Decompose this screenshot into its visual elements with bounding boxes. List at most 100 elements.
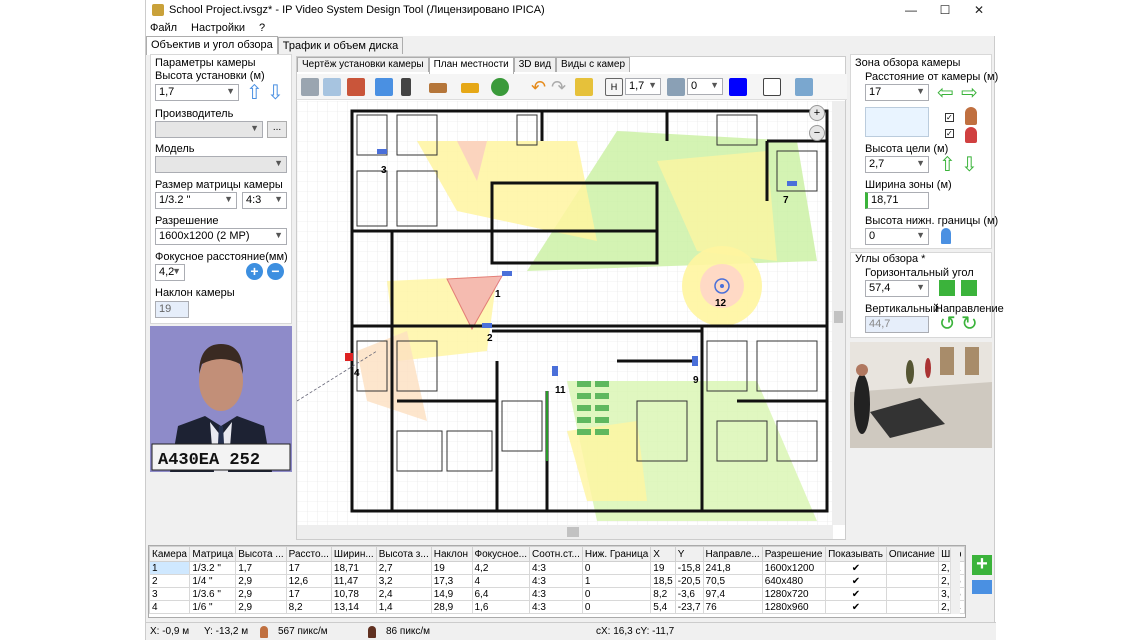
table-cell[interactable]: 17,3 — [430, 574, 473, 588]
aspect-select[interactable]: 4:3 ▼ — [242, 192, 287, 209]
table-cell[interactable] — [885, 561, 940, 575]
column-header[interactable]: Камера — [149, 546, 191, 562]
column-header[interactable]: Матрица — [189, 546, 237, 562]
tab-traffic[interactable]: Трафик и объем диска — [277, 37, 404, 54]
tab-site-plan[interactable]: План местности — [428, 57, 514, 74]
column-header[interactable]: Показывать — [825, 546, 887, 562]
arrow-left-icon[interactable]: ⇦ — [937, 83, 954, 103]
table-cell[interactable]: 2,7 — [375, 561, 432, 575]
tree-tool-icon[interactable] — [491, 78, 509, 96]
table-cell[interactable]: 4 — [149, 600, 191, 614]
table-cell[interactable]: 4,2 — [471, 561, 531, 575]
menu-help[interactable]: ? — [259, 22, 265, 34]
table-cell[interactable]: -15,8 — [674, 561, 704, 575]
column-header[interactable]: Фокусное... — [471, 546, 531, 562]
map-horizontal-scrollbar[interactable] — [297, 525, 833, 539]
table-cell[interactable]: 1/3.6 " — [189, 587, 237, 601]
camera-marker[interactable] — [345, 353, 353, 361]
zoom-out-icon[interactable]: − — [809, 125, 825, 141]
browse-button[interactable]: ... — [267, 121, 287, 138]
arrow-up-icon[interactable]: ⇧ — [246, 83, 263, 103]
table-cell[interactable]: 12,6 — [285, 574, 332, 588]
image-tool-icon[interactable] — [323, 78, 341, 96]
line-width-select[interactable]: 1,7 ▼ — [625, 78, 661, 95]
table-cell[interactable]: 97,4 — [702, 587, 763, 601]
table-cell[interactable]: 1 — [581, 574, 652, 588]
line-offset-select[interactable]: 0 ▼ — [687, 78, 723, 95]
table-cell[interactable]: 2,9 — [235, 600, 287, 614]
table-cell[interactable]: 11,47 — [330, 574, 377, 588]
tab-camera-views[interactable]: Виды с камер — [556, 57, 631, 72]
car-view-icon[interactable] — [795, 78, 813, 96]
table-cell[interactable]: -20,5 — [674, 574, 704, 588]
person-tool-icon[interactable] — [401, 78, 411, 96]
table-cell[interactable]: -3,6 — [674, 587, 704, 601]
table-vertical-scrollbar[interactable] — [950, 548, 960, 614]
rotate-right-icon[interactable]: ↻ — [961, 314, 978, 334]
column-header[interactable]: Соотн.ст... — [529, 546, 583, 562]
column-header[interactable]: Разрешение — [761, 546, 827, 562]
offset-icon[interactable] — [667, 78, 685, 96]
table-cell[interactable]: 28,9 — [430, 600, 473, 614]
table-cell[interactable]: ✔ — [825, 561, 887, 575]
table-cell[interactable]: 17 — [285, 587, 332, 601]
column-header[interactable]: Ниж. Граница — [581, 546, 652, 562]
camera-marker[interactable] — [552, 366, 558, 376]
zoom-in-icon[interactable]: + — [809, 105, 825, 121]
table-cell[interactable]: 18,71 — [330, 561, 377, 575]
table-cell[interactable] — [885, 574, 940, 588]
collapse-icon[interactable] — [961, 280, 977, 296]
table-cell[interactable]: 1,4 — [375, 600, 432, 614]
arrow-down-icon[interactable]: ⇩ — [267, 83, 284, 103]
column-header[interactable]: Высота з... — [375, 546, 432, 562]
table-cell[interactable]: 5,4 — [650, 600, 676, 614]
column-header[interactable]: Высота ... — [235, 546, 287, 562]
zoom-minus-icon[interactable]: − — [267, 263, 284, 280]
scrollbar-thumb[interactable] — [834, 311, 843, 323]
wall-tool-icon[interactable] — [347, 78, 365, 96]
table-cell[interactable]: ✔ — [825, 574, 887, 588]
camera-marker[interactable] — [377, 149, 387, 154]
site-plan-canvas[interactable]: 1 2 3 4 7 9 11 12 + − — [297, 101, 833, 525]
table-cell[interactable]: 1600x1200 — [761, 561, 827, 575]
lower-bound-select[interactable]: 0 ▼ — [865, 228, 929, 245]
redo-icon[interactable]: ↷ — [551, 78, 569, 96]
table-cell[interactable]: ✔ — [825, 587, 887, 601]
table-cell[interactable]: 640x480 — [761, 574, 827, 588]
show-lower-checkbox[interactable]: ✓ — [945, 129, 954, 138]
table-cell[interactable]: 1,6 — [471, 600, 531, 614]
table-cell[interactable]: -23,7 — [674, 600, 704, 614]
table-cell[interactable]: 0 — [581, 600, 652, 614]
table-cell[interactable]: 8,2 — [650, 587, 676, 601]
table-cell[interactable]: 2 — [149, 574, 191, 588]
rotate-left-icon[interactable]: ↺ — [939, 314, 956, 334]
table-cell[interactable]: 3,2 — [375, 574, 432, 588]
table-cell[interactable]: 19 — [650, 561, 676, 575]
menu-settings[interactable]: Настройки — [191, 22, 245, 34]
table-cell[interactable]: 4:3 — [529, 561, 583, 575]
table-cell[interactable]: 14,9 — [430, 587, 473, 601]
car-tool-icon[interactable] — [461, 83, 479, 93]
column-header[interactable]: X — [650, 546, 676, 562]
table-cell[interactable]: 1/4 " — [189, 574, 237, 588]
table-cell[interactable]: 1280x960 — [761, 600, 827, 614]
table-cell[interactable]: 0 — [581, 587, 652, 601]
table-cell[interactable]: 4:3 — [529, 574, 583, 588]
table-cell[interactable]: 8,2 — [285, 600, 332, 614]
close-button[interactable]: ✕ — [962, 3, 996, 17]
tab-camera-drawing[interactable]: Чертёж установки камеры — [297, 57, 429, 72]
table-cell[interactable]: 3 — [149, 587, 191, 601]
table-row[interactable]: 1 1/3.2 " 1,7 17 18,71 2,7 19 4,2 4:3 0 19 -15,8 241… — [149, 561, 965, 575]
scrollbar-thumb[interactable] — [567, 527, 579, 537]
table-row[interactable]: 3 1/3.6 " 2,9 17 10,78 2,4 14,9 6,4 4:3 0 8,2 -3,6 9… — [149, 587, 965, 601]
column-header[interactable]: Описание — [885, 546, 940, 562]
table-cell[interactable]: 241,8 — [702, 561, 763, 575]
expand-icon[interactable] — [939, 280, 955, 296]
remove-camera-icon[interactable] — [972, 580, 992, 594]
table-cell[interactable]: 2,9 — [235, 587, 287, 601]
table-cell[interactable]: 0 — [581, 561, 652, 575]
bench-tool-icon[interactable] — [429, 83, 447, 93]
table-row[interactable]: 4 1/6 " 2,9 8,2 13,14 1,4 28,9 1,6 4:3 0 5,4 -23,7 7… — [149, 600, 965, 614]
maximize-button[interactable]: ☐ — [928, 3, 962, 17]
color-picker-icon[interactable] — [729, 78, 747, 96]
